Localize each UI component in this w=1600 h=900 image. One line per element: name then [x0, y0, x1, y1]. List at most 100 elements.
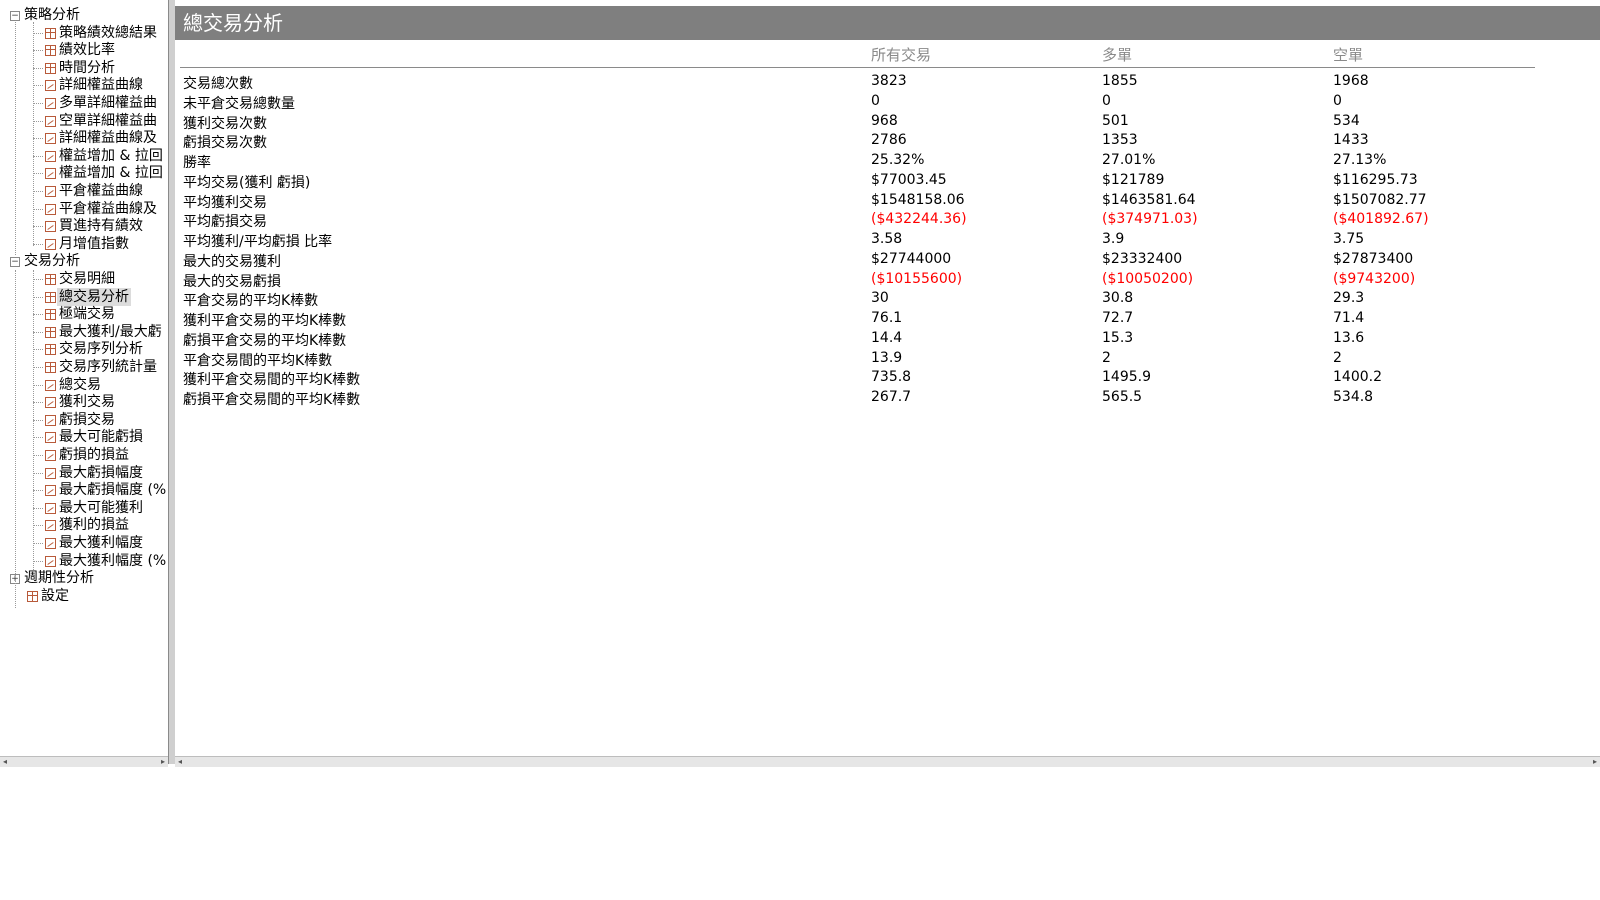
- tree-item[interactable]: − 策略分析: [0, 6, 82, 24]
- chart-icon: [45, 502, 56, 514]
- table-icon: [45, 362, 56, 373]
- table-cell: 30: [871, 290, 889, 307]
- table-cell: $27873400: [1333, 250, 1414, 267]
- chart-icon: [45, 538, 56, 549]
- table-cell: $1548158.06: [871, 191, 965, 208]
- table-cell: 1433: [1333, 132, 1369, 149]
- tree-connector: [33, 314, 43, 316]
- table-cell: $77003.45: [871, 171, 947, 188]
- tree-connector: [33, 173, 43, 175]
- tree-connector: [33, 331, 43, 333]
- table-cell: 0: [871, 92, 880, 109]
- tree-item[interactable]: 最大獲利/最大虧: [0, 323, 164, 341]
- tree-connector: [33, 367, 43, 368]
- tree-item-label: 月增值指數: [59, 235, 129, 252]
- tree-horizontal-scrollbar[interactable]: ◂ ▸: [0, 756, 168, 767]
- table-cell: 13.6: [1333, 329, 1365, 346]
- table-cell: 30.8: [1102, 290, 1134, 307]
- table-cell: 14.4: [871, 329, 903, 346]
- collapse-icon[interactable]: −: [10, 11, 20, 21]
- tree-item[interactable]: 虧損交易: [0, 411, 117, 429]
- scroll-left-icon[interactable]: ◂: [175, 757, 185, 767]
- table-cell: 1400.2: [1333, 369, 1382, 386]
- row-label: 獲利平倉交易的平均K棒數: [183, 313, 347, 329]
- tree-item[interactable]: 最大可能虧損: [0, 428, 145, 446]
- tree-connector: [15, 270, 16, 608]
- table-icon: [45, 45, 56, 57]
- table-cell: 501: [1102, 112, 1129, 129]
- tree-item[interactable]: 績效比率: [0, 41, 117, 59]
- tree-panel: − 策略分析 策略績效總結果 績效比率 時間分析 詳細權益曲線 多單詳細權益曲 空單詳細權益曲…: [0, 0, 169, 764]
- chart-icon: [45, 168, 56, 180]
- tree-item[interactable]: 交易序列統計量: [0, 358, 159, 376]
- tree-item-label: 策略績效總結果: [59, 24, 157, 41]
- tree-item[interactable]: 權益增加 & 拉回: [0, 164, 165, 182]
- table-cell: 267.7: [871, 389, 912, 405]
- tree-item-label: 設定: [41, 587, 69, 604]
- tree-item[interactable]: 買進持有績效: [0, 217, 145, 235]
- tree-item[interactable]: 交易明細: [0, 270, 117, 288]
- tree-scroll-left-icon[interactable]: ◂: [0, 757, 10, 767]
- table-cell: 968: [871, 112, 898, 129]
- tree-item[interactable]: 虧損的損益: [0, 446, 131, 464]
- tree-item-label: 最大虧損幅度: [59, 464, 143, 481]
- tree-item[interactable]: 最大獲利幅度 (%: [0, 552, 168, 570]
- tree-scroll-right-icon[interactable]: ▸: [158, 757, 168, 767]
- row-label: 虧損平倉交易的平均K棒數: [183, 332, 347, 349]
- table-cell: $121789: [1102, 171, 1165, 188]
- tree-item[interactable]: 時間分析: [0, 59, 117, 77]
- tree-item[interactable]: 平倉權益曲線: [0, 182, 145, 200]
- table-icon: [45, 326, 56, 338]
- tree-connector: [33, 50, 43, 52]
- scroll-right-icon[interactable]: ▸: [1590, 757, 1600, 767]
- tree-connector: [33, 507, 43, 509]
- table-cell: 1495.9: [1102, 369, 1151, 386]
- table-cell: 3823: [871, 73, 907, 89]
- chart-icon: [45, 450, 56, 461]
- tree-item[interactable]: 最大獲利幅度: [0, 534, 145, 552]
- table-cell: 0: [1102, 92, 1111, 109]
- tree-item[interactable]: 極端交易: [0, 305, 117, 323]
- tree-item[interactable]: 權益增加 & 拉回: [0, 147, 165, 165]
- chart-icon: [45, 115, 56, 127]
- row-label: 交易總次數: [183, 76, 253, 92]
- chart-icon: [45, 555, 56, 567]
- collapse-icon[interactable]: −: [10, 257, 20, 268]
- table-cell: 27.01%: [1102, 152, 1156, 168]
- table-cell: 15.3: [1102, 329, 1134, 346]
- tree-item[interactable]: 最大虧損幅度: [0, 464, 145, 482]
- table-cell: 13.9: [871, 349, 903, 366]
- tree-item-label: 詳細權益曲線及: [59, 130, 157, 147]
- tree-item-label: 交易序列統計量: [59, 359, 157, 375]
- tree-item[interactable]: 交易序列分析: [0, 340, 145, 358]
- table-cell: 72.7: [1102, 310, 1134, 326]
- chart-icon: [45, 414, 56, 426]
- tree-item-label: 獲利交易: [59, 394, 115, 411]
- tree-item-label: 最大獲利幅度 (%: [59, 552, 167, 569]
- tree-item[interactable]: 平倉權益曲線及: [0, 200, 159, 218]
- tree-item[interactable]: 多單詳細權益曲: [0, 94, 159, 112]
- column-header: 所有交易: [871, 46, 932, 64]
- page-title: 總交易分析: [183, 11, 283, 35]
- tree-item-label: 買進持有績效: [59, 218, 143, 235]
- tree-item-label: 交易分析: [24, 253, 80, 270]
- tree-item[interactable]: 獲利交易: [0, 393, 117, 411]
- tree-item[interactable]: 月增值指數: [0, 235, 131, 253]
- table-cell: 1968: [1333, 73, 1369, 89]
- row-label: 獲利平倉交易間的平均K棒數: [183, 372, 361, 389]
- tree-item[interactable]: 詳細權益曲線及: [0, 129, 159, 147]
- horizontal-scrollbar[interactable]: ◂ ▸: [175, 756, 1600, 767]
- tree-item[interactable]: 最大可能獲利: [0, 499, 145, 517]
- tree-item-label: 平倉權益曲線: [59, 183, 143, 199]
- tree-item[interactable]: 設定: [0, 587, 71, 605]
- tree-item[interactable]: 詳細權益曲線: [0, 76, 145, 94]
- table-cell: 3.58: [871, 231, 903, 247]
- tree-item[interactable]: 總交易分析: [0, 287, 131, 306]
- tree-item[interactable]: 空單詳細權益曲: [0, 112, 159, 130]
- tree-item[interactable]: 獲利的損益: [0, 516, 131, 534]
- tree-item[interactable]: − 交易分析: [0, 252, 82, 270]
- tree-item-label: 虧損的損益: [59, 447, 129, 463]
- tree-connector: [33, 525, 43, 527]
- tree-item[interactable]: 最大虧損幅度 (%: [0, 481, 168, 499]
- tree-item[interactable]: 策略績效總結果: [0, 24, 159, 42]
